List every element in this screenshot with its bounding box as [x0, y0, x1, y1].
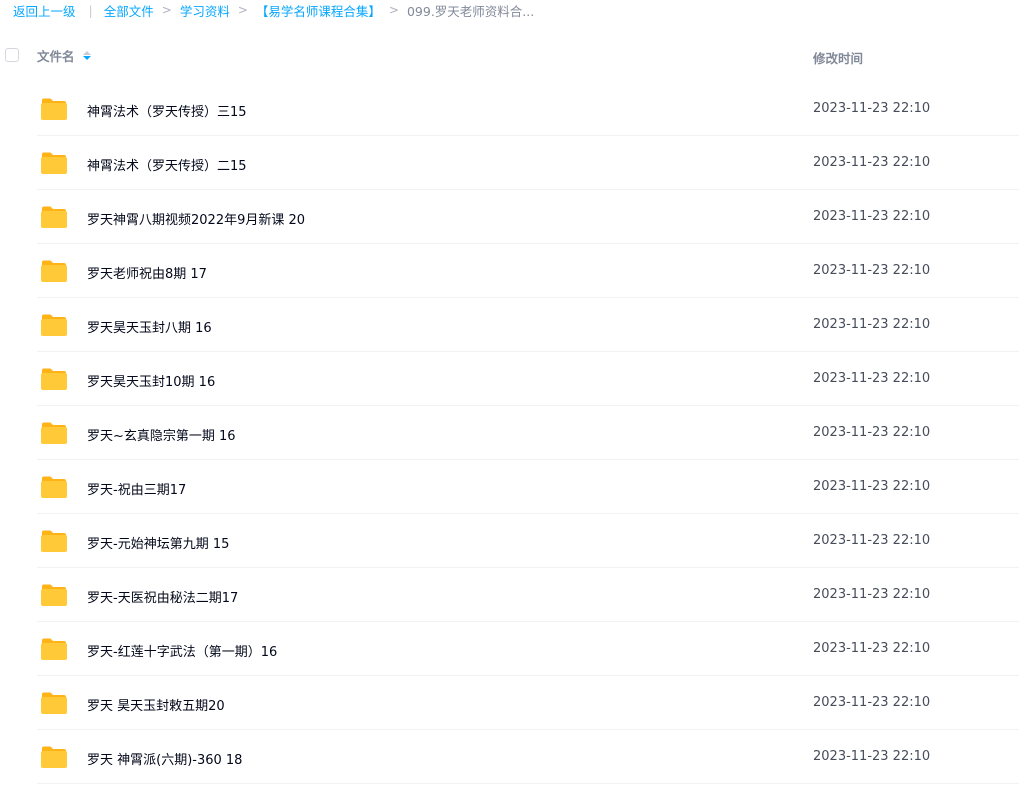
file-name[interactable]: 罗天昊天玉封八期 16: [87, 317, 212, 336]
file-row[interactable]: 罗天-祝由三期17 2023-11-23 22:10: [0, 460, 1019, 514]
sort-icon[interactable]: [82, 51, 91, 60]
file-name[interactable]: 罗天 神霄派(六期)-360 18: [87, 749, 242, 768]
file-row[interactable]: 神霄法术（罗天传授）三15 2023-11-23 22:10: [0, 82, 1019, 136]
file-name[interactable]: 罗天神霄八期视频2022年9月新课 20: [87, 209, 305, 228]
column-header-name[interactable]: 文件名: [37, 46, 91, 65]
folder-icon: [41, 530, 67, 552]
list-header: 文件名 修改时间: [0, 36, 1019, 76]
file-modified-time: 2023-11-23 22:10: [813, 533, 931, 548]
file-modified-time: 2023-11-23 22:10: [813, 749, 931, 764]
file-browser: 返回上一级 | 全部文件 > 学习资料 > 【易学名师课程合集】 > 099.罗…: [0, 0, 1019, 800]
file-name[interactable]: 罗天~玄真隐宗第一期 16: [87, 425, 236, 444]
file-list: 神霄法术（罗天传授）三15 2023-11-23 22:10 神霄法术（罗天传授）二…: [0, 82, 1019, 784]
folder-icon: [41, 476, 67, 498]
file-name[interactable]: 罗天-元始神坛第九期 15: [87, 533, 229, 552]
folder-icon: [41, 422, 67, 444]
breadcrumb-item-all-files[interactable]: 全部文件: [104, 1, 154, 20]
file-name[interactable]: 罗天老师祝由8期 17: [87, 263, 207, 282]
file-row[interactable]: 罗天老师祝由8期 17 2023-11-23 22:10: [0, 244, 1019, 298]
file-row[interactable]: 神霄法术（罗天传授）二15 2023-11-23 22:10: [0, 136, 1019, 190]
file-modified-time: 2023-11-23 22:10: [813, 209, 931, 224]
file-name[interactable]: 罗天昊天玉封10期 16: [87, 371, 215, 390]
file-modified-time: 2023-11-23 22:10: [813, 479, 931, 494]
back-link[interactable]: 返回上一级: [13, 1, 76, 20]
file-row[interactable]: 罗天-天医祝由秘法二期17 2023-11-23 22:10: [0, 568, 1019, 622]
file-name[interactable]: 罗天-红莲十字武法（第一期）16: [87, 641, 277, 660]
folder-icon: [41, 98, 67, 120]
file-modified-time: 2023-11-23 22:10: [813, 425, 931, 440]
file-row[interactable]: 罗天-元始神坛第九期 15 2023-11-23 22:10: [0, 514, 1019, 568]
file-modified-time: 2023-11-23 22:10: [813, 641, 931, 656]
folder-icon: [41, 368, 67, 390]
breadcrumb-item-course-collection[interactable]: 【易学名师课程合集】: [256, 1, 381, 20]
file-row[interactable]: 罗天 神霄派(六期)-360 18 2023-11-23 22:10: [0, 730, 1019, 784]
breadcrumb-item-study-materials[interactable]: 学习资料: [180, 1, 230, 20]
file-modified-time: 2023-11-23 22:10: [813, 371, 931, 386]
file-row[interactable]: 罗天昊天玉封10期 16 2023-11-23 22:10: [0, 352, 1019, 406]
file-name[interactable]: 罗天 昊天玉封敕五期20: [87, 695, 225, 714]
folder-icon: [41, 692, 67, 714]
file-name[interactable]: 罗天-祝由三期17: [87, 479, 186, 498]
file-modified-time: 2023-11-23 22:10: [813, 317, 931, 332]
file-modified-time: 2023-11-23 22:10: [813, 587, 931, 602]
chevron-right-icon: >: [161, 3, 172, 17]
file-row[interactable]: 罗天-红莲十字武法（第一期）16 2023-11-23 22:10: [0, 622, 1019, 676]
file-row[interactable]: 罗天昊天玉封八期 16 2023-11-23 22:10: [0, 298, 1019, 352]
file-row[interactable]: 罗天神霄八期视频2022年9月新课 20 2023-11-23 22:10: [0, 190, 1019, 244]
breadcrumb: 返回上一级 | 全部文件 > 学习资料 > 【易学名师课程合集】 > 099.罗…: [13, 0, 534, 20]
folder-icon: [41, 638, 67, 660]
folder-icon: [41, 314, 67, 336]
folder-icon: [41, 746, 67, 768]
folder-icon: [41, 584, 67, 606]
breadcrumb-current: 099.罗天老师资料合...: [406, 3, 535, 19]
file-name[interactable]: 罗天-天医祝由秘法二期17: [87, 587, 238, 606]
chevron-right-icon: >: [388, 3, 399, 17]
file-modified-time: 2023-11-23 22:10: [813, 101, 931, 116]
column-header-name-label: 文件名: [37, 49, 75, 64]
chevron-right-icon: >: [237, 3, 248, 17]
file-row[interactable]: 罗天~玄真隐宗第一期 16 2023-11-23 22:10: [0, 406, 1019, 460]
folder-icon: [41, 206, 67, 228]
file-name[interactable]: 神霄法术（罗天传授）二15: [87, 155, 247, 174]
folder-icon: [41, 260, 67, 282]
folder-icon: [41, 152, 67, 174]
select-all-checkbox[interactable]: [5, 48, 19, 62]
file-modified-time: 2023-11-23 22:10: [813, 695, 931, 710]
file-modified-time: 2023-11-23 22:10: [813, 155, 931, 170]
file-name[interactable]: 神霄法术（罗天传授）三15: [87, 101, 247, 120]
column-header-modified-time[interactable]: 修改时间: [813, 48, 863, 67]
file-row[interactable]: 罗天 昊天玉封敕五期20 2023-11-23 22:10: [0, 676, 1019, 730]
breadcrumb-divider: |: [88, 2, 93, 18]
file-modified-time: 2023-11-23 22:10: [813, 263, 931, 278]
